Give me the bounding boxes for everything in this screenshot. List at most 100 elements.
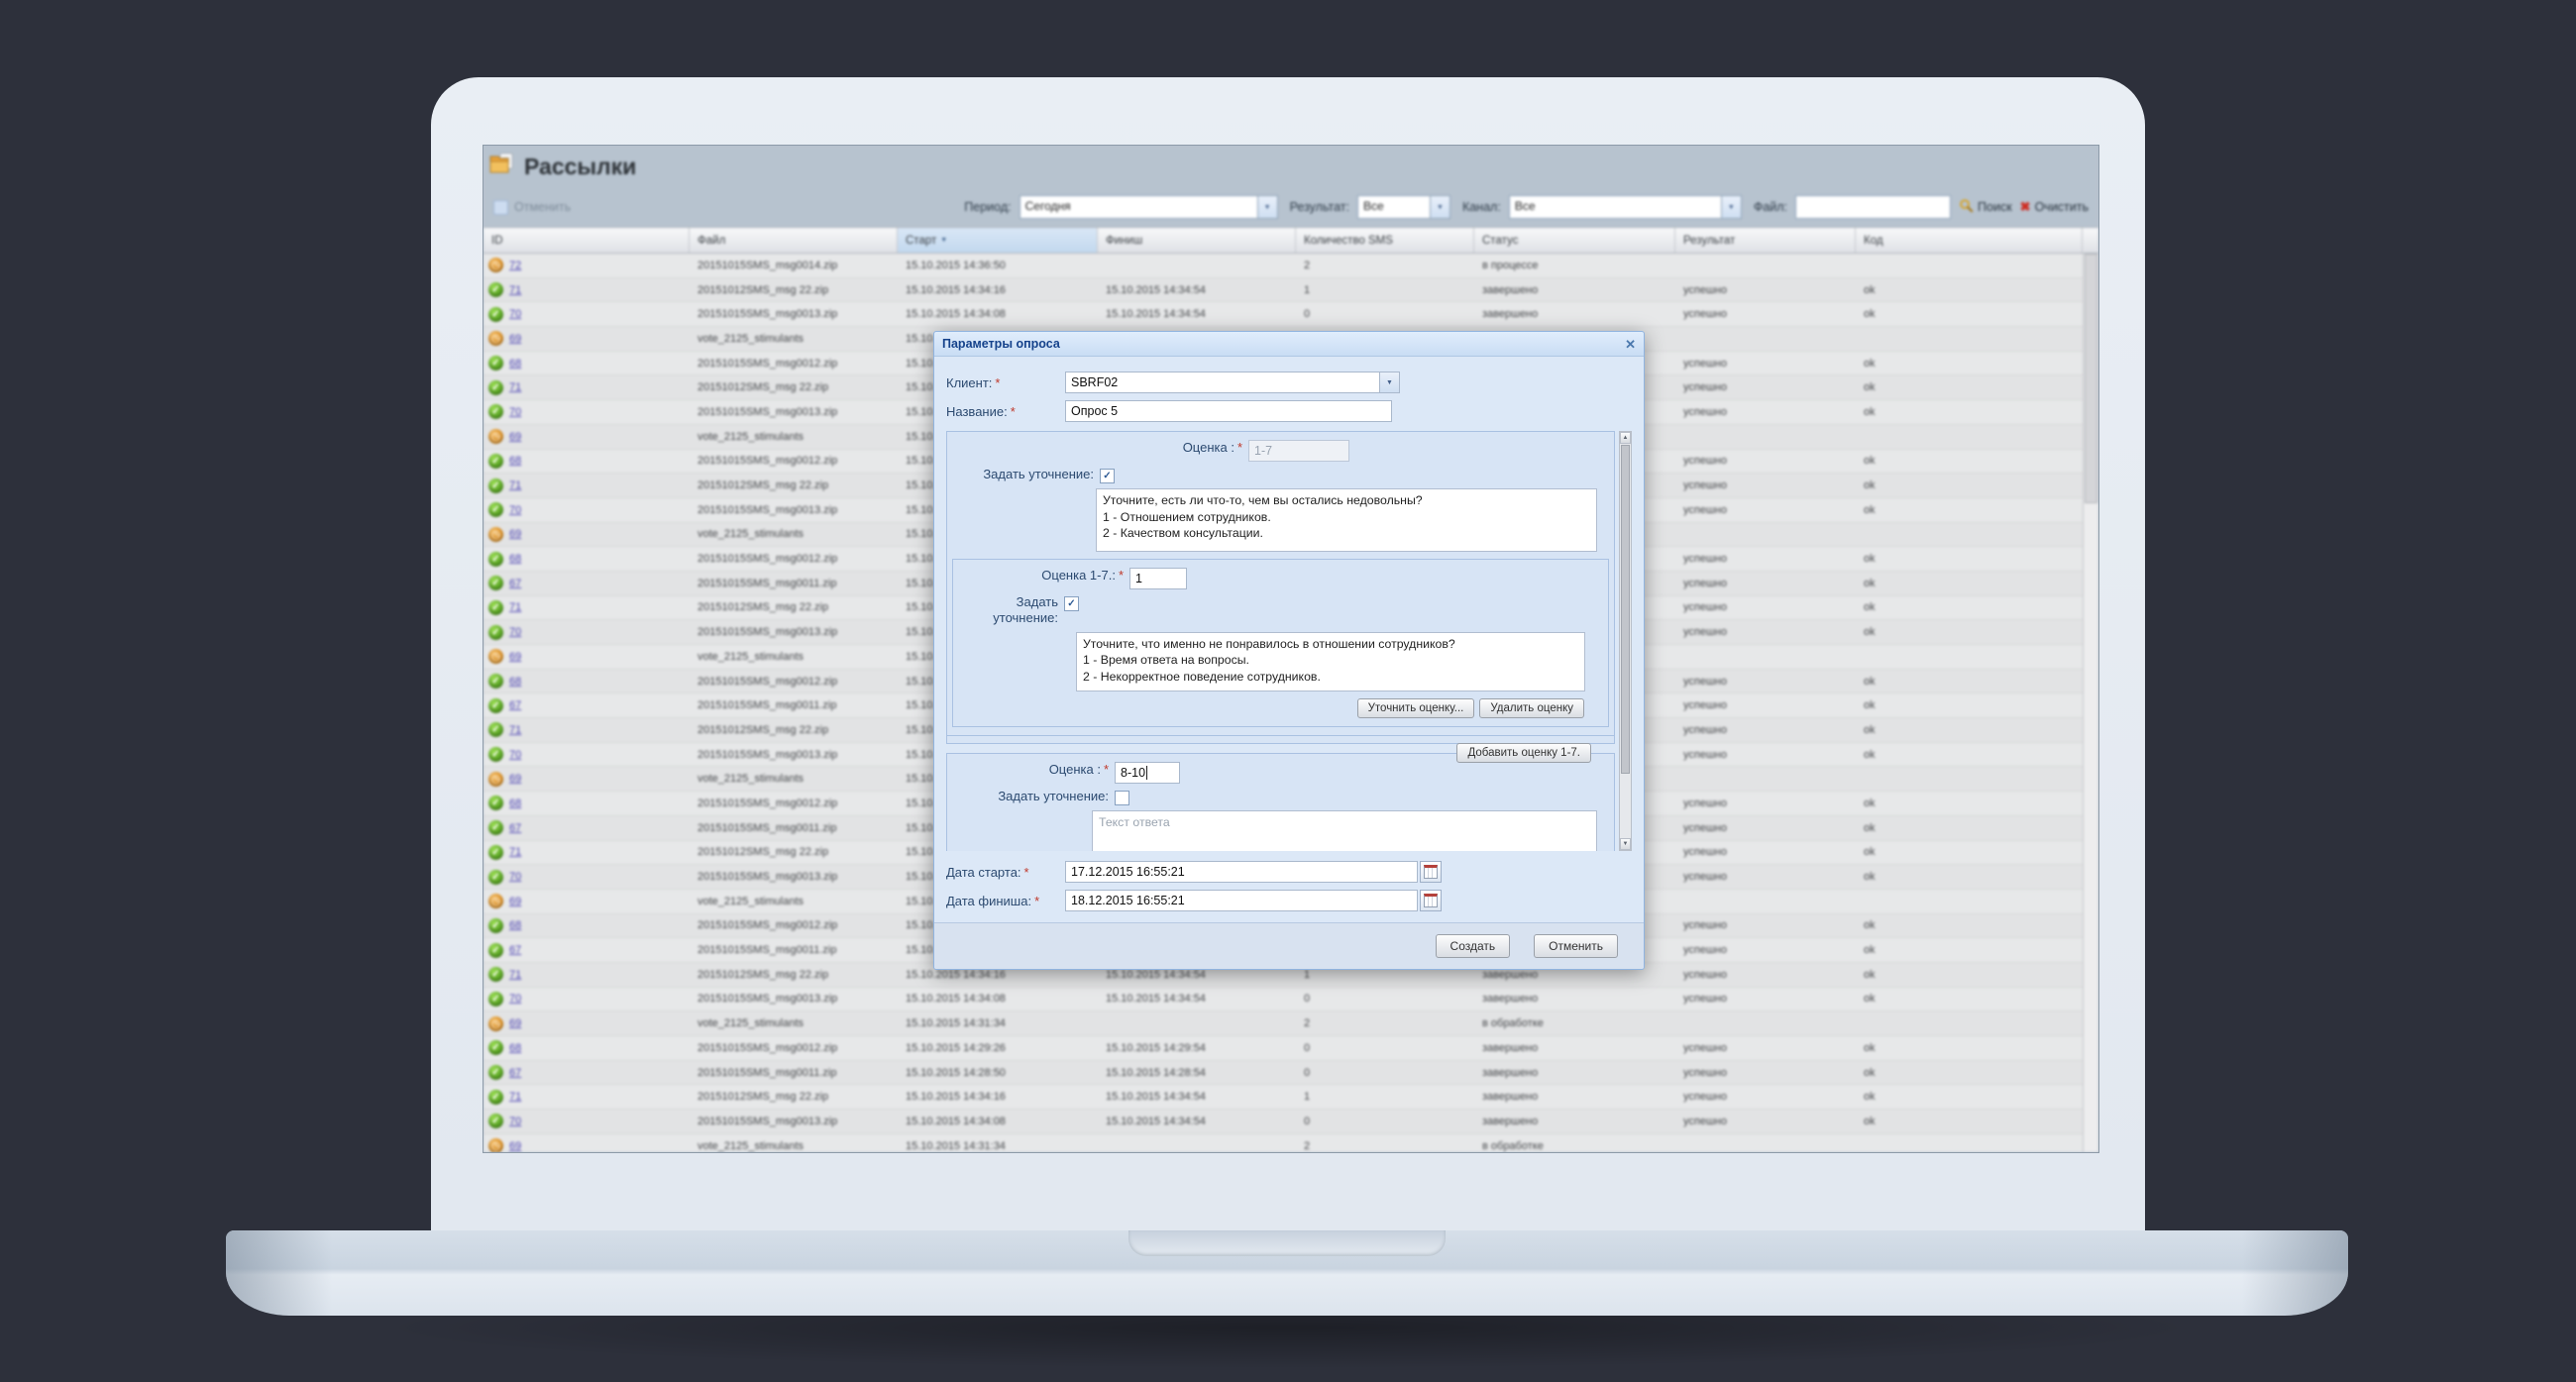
mailing-id-link[interactable]: 70 xyxy=(509,1116,521,1127)
table-row[interactable]: 72 20151015SMS_msg0014.zip 15.10.2015 14… xyxy=(483,254,2083,278)
date-start-input[interactable] xyxy=(1065,861,1418,883)
mailing-id-link[interactable]: 68 xyxy=(509,358,521,370)
mailing-id-link[interactable]: 71 xyxy=(509,601,521,613)
channel-select[interactable]: Все ▼ xyxy=(1509,195,1742,219)
refine-score-button[interactable]: Уточнить оценку... xyxy=(1357,698,1475,718)
client-select[interactable]: SBRF02 ▼ xyxy=(1065,372,1400,393)
mailing-id-link[interactable]: 69 xyxy=(509,333,521,345)
mailing-id-link[interactable]: 70 xyxy=(509,871,521,883)
table-row[interactable]: 68 20151015SMS_msg0012.zip 15.10.2015 14… xyxy=(483,1036,2083,1061)
column-header-id[interactable]: ID xyxy=(483,228,690,253)
dropdown-icon[interactable]: ▼ xyxy=(1721,196,1741,218)
mailing-id-link[interactable]: 69 xyxy=(509,896,521,907)
mailing-id-link[interactable]: 71 xyxy=(509,1091,521,1103)
mailing-id-link[interactable]: 72 xyxy=(509,260,521,271)
mailing-id-link[interactable]: 68 xyxy=(509,455,521,467)
column-header-finish[interactable]: Финиш xyxy=(1098,228,1296,253)
add-score-1-7-button[interactable]: Добавить оценку 1-7. xyxy=(1456,743,1591,763)
mailing-id-link[interactable]: 69 xyxy=(509,773,521,785)
result-select[interactable]: Все ▼ xyxy=(1357,195,1450,219)
table-row[interactable]: 70 20151015SMS_msg0013.zip 15.10.2015 14… xyxy=(483,988,2083,1012)
mailing-id-link[interactable]: 68 xyxy=(509,676,521,688)
mailing-id-link[interactable]: 68 xyxy=(509,919,521,931)
column-header-start[interactable]: Старт ▼ xyxy=(898,228,1098,253)
dialog-scrollbar[interactable]: ▲ ▼ xyxy=(1619,431,1632,851)
column-header-file[interactable]: Файл xyxy=(690,228,898,253)
table-row[interactable]: 69 vote_2125_stimulants 15.10.2015 14:31… xyxy=(483,1011,2083,1036)
dropdown-icon[interactable]: ▼ xyxy=(1379,372,1400,393)
code-cell xyxy=(1856,425,2083,449)
sms-count-cell: 0 xyxy=(1296,1110,1474,1133)
survey-name-input[interactable] xyxy=(1065,400,1392,422)
mailing-id-link[interactable]: 67 xyxy=(509,1067,521,1079)
clarify-checkbox-checked[interactable]: ✓ xyxy=(1064,596,1079,611)
table-row[interactable]: 69 vote_2125_stimulants 15.10.2015 14:31… xyxy=(483,1134,2083,1152)
delete-score-button[interactable]: Удалить оценку xyxy=(1479,698,1584,718)
mailing-id-link[interactable]: 67 xyxy=(509,578,521,589)
file-filter-input[interactable] xyxy=(1795,195,1951,219)
mailing-id-link[interactable]: 70 xyxy=(509,993,521,1005)
mailing-id-link[interactable]: 71 xyxy=(509,724,521,736)
score-1-7-input[interactable] xyxy=(1129,568,1187,589)
mailing-id-link[interactable]: 69 xyxy=(509,1140,521,1152)
create-button[interactable]: Создать xyxy=(1436,934,1511,958)
column-header-status[interactable]: Статус xyxy=(1474,228,1675,253)
mailing-id-link[interactable]: 70 xyxy=(509,308,521,320)
table-row[interactable]: 67 20151015SMS_msg0011.zip 15.10.2015 14… xyxy=(483,1061,2083,1086)
mailing-id-link[interactable]: 70 xyxy=(509,626,521,638)
clarify-checkbox-unchecked[interactable] xyxy=(1115,791,1129,805)
mailing-id-link[interactable]: 67 xyxy=(509,944,521,956)
answer-text-textarea[interactable] xyxy=(1092,810,1597,851)
file-cell: 20151015SMS_msg0011.zip xyxy=(690,693,898,717)
scroll-down-icon[interactable]: ▼ xyxy=(1620,838,1631,850)
clarify-checkbox-checked[interactable]: ✓ xyxy=(1100,469,1115,483)
question-1-textarea[interactable]: Уточните, есть ли что-то, чем вы осталис… xyxy=(1096,488,1597,552)
file-cell: vote_2125_stimulants xyxy=(690,425,898,449)
mailing-id-link[interactable]: 68 xyxy=(509,1042,521,1054)
mailing-id-link[interactable]: 71 xyxy=(509,284,521,296)
column-header-code[interactable]: Код xyxy=(1856,228,2083,253)
sms-count-cell: 2 xyxy=(1296,1134,1474,1152)
period-select[interactable]: Сегодня ▼ xyxy=(1020,195,1278,219)
table-scrollbar-thumb[interactable] xyxy=(2085,254,2097,503)
score-range-input-focused[interactable]: 8-10 xyxy=(1115,762,1180,784)
calendar-icon[interactable] xyxy=(1420,861,1442,883)
mailing-id-link[interactable]: 67 xyxy=(509,699,521,711)
table-row[interactable]: 70 20151015SMS_msg0013.zip 15.10.2015 14… xyxy=(483,1110,2083,1134)
clear-button[interactable]: ✖ Очистить xyxy=(2020,199,2089,215)
mailing-id-link[interactable]: 71 xyxy=(509,479,521,491)
status-icon xyxy=(488,649,503,664)
table-row[interactable]: 70 20151015SMS_msg0013.zip 15.10.2015 14… xyxy=(483,302,2083,327)
table-row[interactable]: 71 20151012SMS_msg 22.zip 15.10.2015 14:… xyxy=(483,278,2083,303)
close-icon[interactable]: ✕ xyxy=(1625,338,1636,351)
date-finish-input[interactable] xyxy=(1065,890,1418,911)
cancel-button[interactable]: Отменить xyxy=(1534,934,1618,958)
mailing-id-link[interactable]: 69 xyxy=(509,431,521,443)
mailing-id-link[interactable]: 70 xyxy=(509,504,521,516)
mailing-id-link[interactable]: 70 xyxy=(509,406,521,418)
dialog-scrollbar-thumb[interactable] xyxy=(1621,445,1630,774)
mailing-id-link[interactable]: 71 xyxy=(509,969,521,981)
column-header-sms-count[interactable]: Количество SMS xyxy=(1296,228,1474,253)
calendar-icon[interactable] xyxy=(1420,890,1442,911)
column-header-result[interactable]: Результат xyxy=(1675,228,1856,253)
mailing-id-link[interactable]: 69 xyxy=(509,651,521,663)
file-cell: 20151012SMS_msg 22.zip xyxy=(690,841,898,865)
mailing-id-link[interactable]: 69 xyxy=(509,1017,521,1029)
table-row[interactable]: 71 20151012SMS_msg 22.zip 15.10.2015 14:… xyxy=(483,1085,2083,1110)
mailing-id-link[interactable]: 69 xyxy=(509,528,521,540)
mailing-id-link[interactable]: 67 xyxy=(509,822,521,834)
mailing-id-link[interactable]: 71 xyxy=(509,846,521,858)
table-scrollbar[interactable] xyxy=(2083,254,2098,1152)
dropdown-icon[interactable]: ▼ xyxy=(1257,196,1277,218)
id-cell: 70 xyxy=(483,498,690,522)
search-button[interactable]: Поиск xyxy=(1959,198,2012,216)
mailing-id-link[interactable]: 71 xyxy=(509,381,521,393)
dropdown-icon[interactable]: ▼ xyxy=(1430,196,1449,218)
cancel-mailing-button[interactable]: Отменить xyxy=(493,200,571,215)
scroll-up-icon[interactable]: ▲ xyxy=(1620,432,1631,444)
mailing-id-link[interactable]: 70 xyxy=(509,749,521,761)
question-2-textarea[interactable]: Уточните, что именно не понравилось в от… xyxy=(1076,632,1585,691)
mailing-id-link[interactable]: 68 xyxy=(509,553,521,565)
mailing-id-link[interactable]: 68 xyxy=(509,797,521,809)
